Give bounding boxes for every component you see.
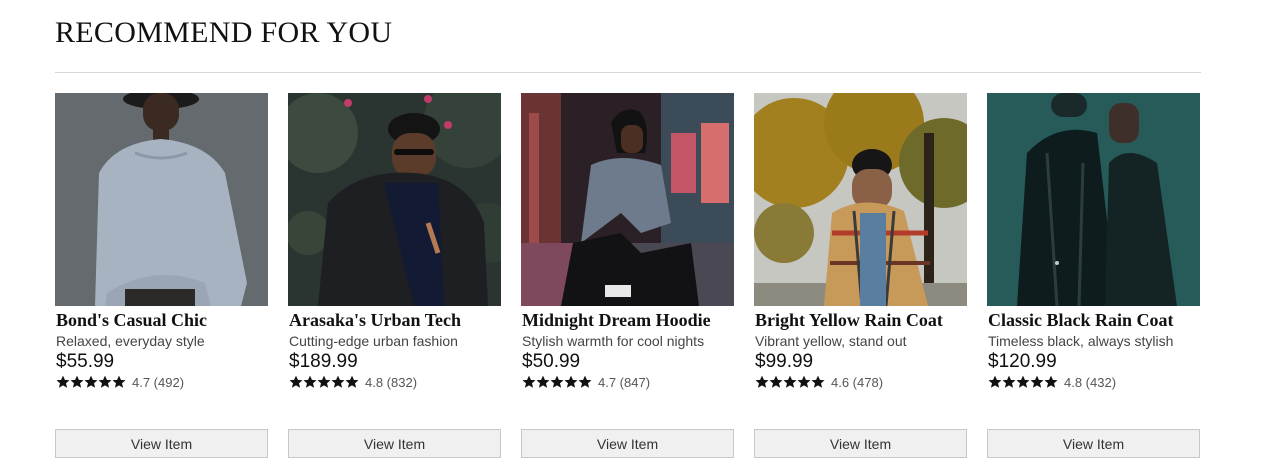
star-icon bbox=[536, 375, 550, 388]
star-rating bbox=[755, 375, 825, 389]
product-image[interactable] bbox=[754, 93, 967, 306]
section-divider bbox=[55, 72, 1201, 73]
product-card: Arasaka's Urban Tech Cutting-edge urban … bbox=[288, 93, 501, 459]
product-image[interactable] bbox=[987, 93, 1200, 306]
view-item-button[interactable]: View Item bbox=[55, 429, 268, 458]
star-icon bbox=[564, 375, 578, 388]
star-icon bbox=[303, 375, 317, 388]
star-rating bbox=[289, 375, 359, 389]
star-icon bbox=[56, 375, 70, 388]
product-description: Timeless black, always stylish bbox=[988, 333, 1174, 349]
product-price: $99.99 bbox=[755, 351, 814, 372]
star-rating bbox=[522, 375, 592, 389]
rating-count: 4.6 (478) bbox=[831, 374, 884, 390]
star-icon bbox=[1030, 375, 1044, 388]
product-rating: 4.8 (832) bbox=[289, 374, 417, 390]
star-icon bbox=[345, 375, 359, 388]
product-description: Stylish warmth for cool nights bbox=[522, 333, 705, 349]
product-card: Classic Black Rain Coat Timeless black, … bbox=[987, 93, 1200, 459]
product-description: Cutting-edge urban fashion bbox=[289, 333, 458, 349]
star-icon bbox=[783, 375, 797, 388]
product-card: Bright Yellow Rain Coat Vibrant yellow, … bbox=[754, 93, 967, 459]
product-price: $120.99 bbox=[988, 351, 1057, 372]
star-icon bbox=[797, 375, 811, 388]
product-name[interactable]: Arasaka's Urban Tech bbox=[289, 310, 529, 331]
product-name[interactable]: Bond's Casual Chic bbox=[56, 310, 296, 331]
star-icon bbox=[578, 375, 592, 388]
product-description: Vibrant yellow, stand out bbox=[755, 333, 907, 349]
product-card: Bond's Casual Chic Relaxed, everyday sty… bbox=[55, 93, 268, 459]
star-icon bbox=[112, 375, 126, 388]
product-card: Midnight Dream Hoodie Stylish warmth for… bbox=[521, 93, 734, 459]
star-icon bbox=[1002, 375, 1016, 388]
product-rating: 4.7 (492) bbox=[56, 374, 184, 390]
star-icon bbox=[70, 375, 84, 388]
rating-count: 4.7 (492) bbox=[132, 374, 185, 390]
star-icon bbox=[522, 375, 536, 388]
star-icon bbox=[1016, 375, 1030, 388]
star-icon bbox=[988, 375, 1002, 388]
star-icon bbox=[84, 375, 98, 388]
product-name[interactable]: Midnight Dream Hoodie bbox=[522, 310, 762, 331]
rating-count: 4.8 (832) bbox=[365, 374, 418, 390]
product-rating: 4.7 (847) bbox=[522, 374, 650, 390]
product-image[interactable] bbox=[521, 93, 734, 306]
rating-count: 4.7 (847) bbox=[598, 374, 651, 390]
view-item-button[interactable]: View Item bbox=[288, 429, 501, 458]
product-name[interactable]: Classic Black Rain Coat bbox=[988, 310, 1228, 331]
product-price: $50.99 bbox=[522, 351, 581, 372]
product-price: $55.99 bbox=[56, 351, 115, 372]
star-icon bbox=[811, 375, 825, 388]
star-icon bbox=[317, 375, 331, 388]
star-icon bbox=[769, 375, 783, 388]
product-name[interactable]: Bright Yellow Rain Coat bbox=[755, 310, 995, 331]
star-rating bbox=[988, 375, 1058, 389]
rating-count: 4.8 (432) bbox=[1064, 374, 1117, 390]
product-rating: 4.6 (478) bbox=[755, 374, 883, 390]
view-item-button[interactable]: View Item bbox=[521, 429, 734, 458]
star-icon bbox=[1044, 375, 1058, 388]
star-icon bbox=[98, 375, 112, 388]
product-grid: Bond's Casual Chic Relaxed, everyday sty… bbox=[55, 93, 1201, 463]
star-icon bbox=[289, 375, 303, 388]
product-rating: 4.8 (432) bbox=[988, 374, 1116, 390]
star-icon bbox=[550, 375, 564, 388]
section-title: RECOMMEND FOR YOU bbox=[55, 16, 393, 49]
star-icon bbox=[331, 375, 345, 388]
view-item-button[interactable]: View Item bbox=[987, 429, 1200, 458]
star-icon bbox=[755, 375, 769, 388]
product-image[interactable] bbox=[55, 93, 268, 306]
product-image[interactable] bbox=[288, 93, 501, 306]
product-price: $189.99 bbox=[289, 351, 358, 372]
product-description: Relaxed, everyday style bbox=[56, 333, 205, 349]
star-rating bbox=[56, 375, 126, 389]
view-item-button[interactable]: View Item bbox=[754, 429, 967, 458]
